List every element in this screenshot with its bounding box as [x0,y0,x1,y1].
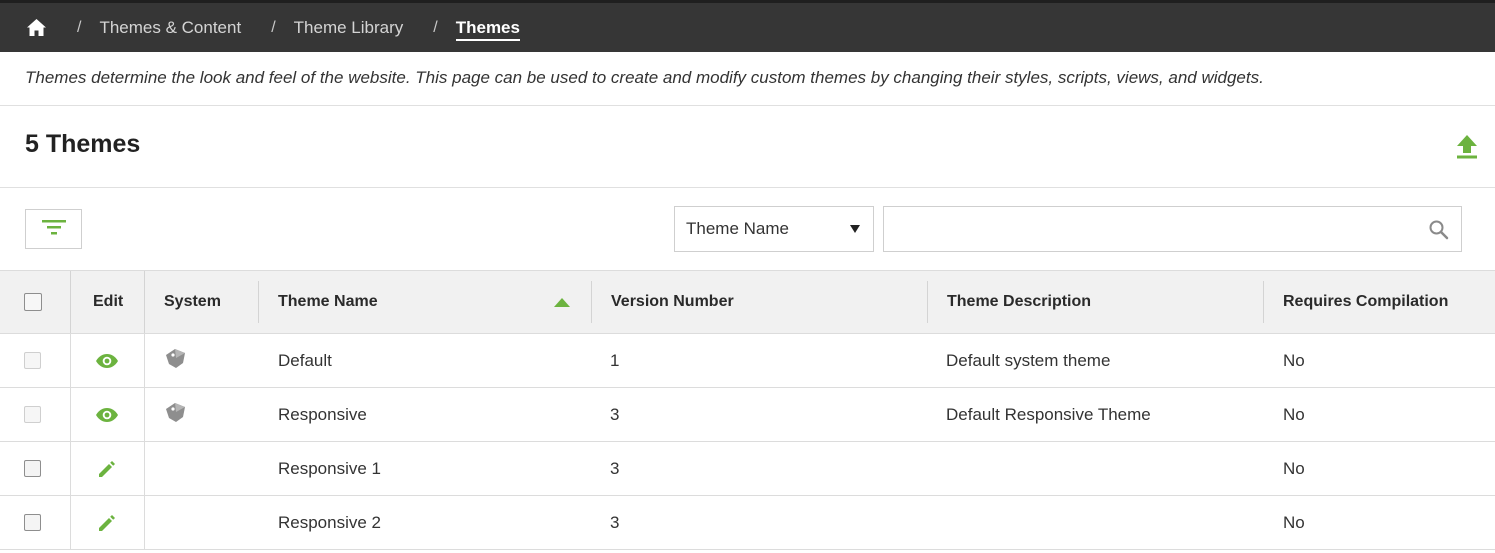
filter-icon [41,218,67,241]
row-checkbox[interactable] [24,460,41,477]
version-number: 3 [610,458,620,478]
filter-button[interactable] [25,209,82,249]
page-title: 5 Themes [25,130,141,158]
breadcrumb-separator: / [77,18,82,36]
tag-icon [163,400,187,429]
table-row: Responsive 2 3 No [0,496,1495,550]
table-row: Default 1 Default system theme No [0,334,1495,388]
search-box [883,206,1462,252]
breadcrumb-separator: / [433,18,438,36]
search-icon[interactable] [1428,219,1450,241]
pencil-icon[interactable] [97,513,117,533]
select-all-checkbox[interactable] [24,293,42,311]
home-icon[interactable] [25,17,47,39]
column-header-theme-description[interactable]: Theme Description [947,271,1091,333]
search-input[interactable] [884,207,1414,251]
theme-description: Default Responsive Theme [946,404,1151,424]
breadcrumb-separator: / [271,18,276,36]
column-header-requires-compilation[interactable]: Requires Compilation [1283,271,1448,333]
theme-name: Responsive [278,404,367,424]
requires-compilation: No [1283,512,1305,532]
version-number: 3 [610,512,620,532]
row-checkbox[interactable] [24,514,41,531]
row-checkbox [24,406,41,423]
eye-icon[interactable] [95,407,119,423]
requires-compilation: No [1283,404,1305,424]
breadcrumb: / Themes & Content / Theme Library / The… [0,0,1495,52]
row-checkbox [24,352,41,369]
column-header-theme-name[interactable]: Theme Name [278,271,378,333]
column-header-system[interactable]: System [164,271,221,333]
breadcrumb-theme-library[interactable]: Theme Library [294,18,404,38]
search-field-select-value: Theme Name [686,219,789,238]
table-header: Edit System Theme Name Version Number Th… [0,270,1495,334]
theme-name: Responsive 1 [278,458,382,478]
chevron-down-icon [850,225,860,233]
column-header-edit: Edit [93,293,124,310]
breadcrumb-themes[interactable]: Themes [455,18,520,41]
search-field-select[interactable]: Theme Name [674,206,874,252]
requires-compilation: No [1283,350,1305,370]
eye-icon[interactable] [95,353,119,369]
table-row: Responsive 1 3 No [0,442,1495,496]
breadcrumb-themes-content[interactable]: Themes & Content [99,18,241,38]
upload-icon[interactable] [1455,134,1479,160]
pencil-icon[interactable] [97,459,117,479]
page-description: Themes determine the look and feel of th… [0,52,1495,106]
tag-icon [163,346,187,375]
theme-description: Default system theme [946,350,1111,370]
themes-table: Edit System Theme Name Version Number Th… [0,270,1495,550]
list-header: 5 Themes [0,106,1495,188]
table-row: Responsive 3 Default Responsive Theme No [0,388,1495,442]
theme-name: Default [278,350,332,370]
requires-compilation: No [1283,458,1305,478]
version-number: 1 [610,350,620,370]
theme-name: Responsive 2 [278,512,382,532]
column-header-version-number[interactable]: Version Number [611,271,734,333]
version-number: 3 [610,404,620,424]
sort-ascending-icon[interactable] [554,298,570,307]
